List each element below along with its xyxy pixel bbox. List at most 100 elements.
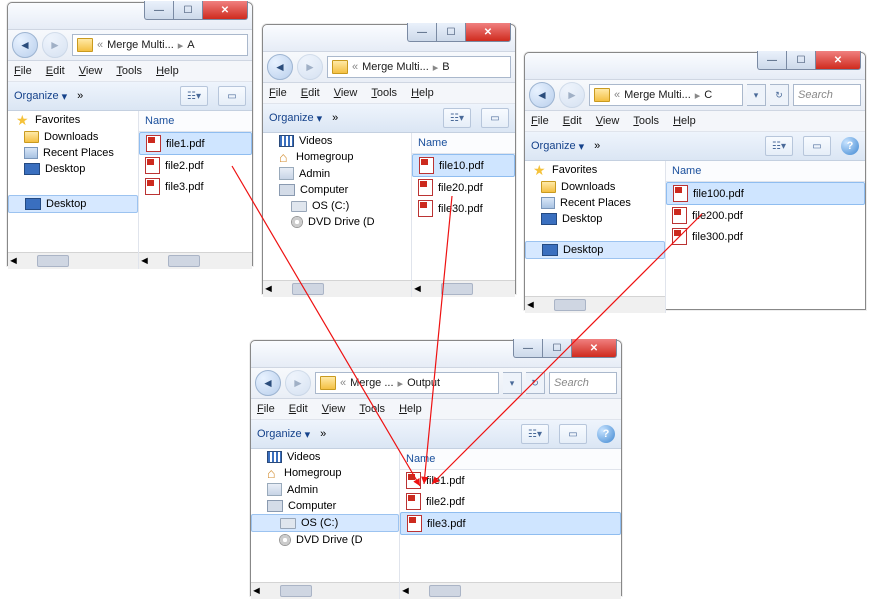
help-button[interactable]: ? <box>841 137 859 155</box>
search-input[interactable]: Search <box>793 84 861 106</box>
tree-computer[interactable]: Computer <box>300 184 348 196</box>
file-list[interactable]: Name file1.pdf file2.pdf file3.pdf ◄ <box>139 111 252 269</box>
scrollbar[interactable]: ◄ <box>400 582 621 599</box>
menu-edit[interactable]: Edit <box>563 115 582 127</box>
refresh-button[interactable]: ↻ <box>770 84 789 106</box>
tree-videos[interactable]: Videos <box>299 135 332 147</box>
file-item[interactable]: file3.pdf <box>400 512 621 535</box>
menu-file[interactable]: File <box>14 65 32 77</box>
menu-tools[interactable]: Tools <box>116 65 142 77</box>
view-button[interactable]: ☷▾ <box>443 108 471 128</box>
scrollbar[interactable]: ◄ <box>139 252 252 269</box>
tree-homegroup[interactable]: Homegroup <box>284 467 341 479</box>
menu-tools[interactable]: Tools <box>359 403 385 415</box>
tree-dvd[interactable]: DVD Drive (D <box>308 216 375 228</box>
file-item[interactable]: file200.pdf <box>666 205 865 226</box>
file-item[interactable]: file100.pdf <box>666 182 865 205</box>
organize-button[interactable]: Organize ▾ <box>269 112 322 125</box>
minimize-button[interactable]: — <box>144 1 174 20</box>
scrollbar[interactable]: ◄ <box>412 280 515 297</box>
address-bar[interactable]: « Merge Multi...▸ B <box>327 56 511 78</box>
organize-button[interactable]: Organize ▾ <box>14 90 67 103</box>
maximize-button[interactable]: ☐ <box>174 1 203 20</box>
nav-tree[interactable]: Favorites Downloads Recent Places Deskto… <box>525 161 666 313</box>
close-button[interactable]: ✕ <box>816 51 861 70</box>
preview-pane-button[interactable]: ▭ <box>803 136 831 156</box>
titlebar[interactable]: —☐✕ <box>525 53 865 80</box>
tree-os-c[interactable]: OS (C:) <box>312 200 349 212</box>
titlebar[interactable]: — ☐ ✕ <box>8 3 252 30</box>
scrollbar[interactable]: ◄ <box>251 582 399 599</box>
address-bar[interactable]: « Merge ...▸ Output <box>315 372 499 394</box>
organize-button[interactable]: Organize ▾ <box>531 140 584 153</box>
nav-tree[interactable]: Videos Homegroup Admin Computer OS (C:) … <box>251 449 400 599</box>
menu-tools[interactable]: Tools <box>633 115 659 127</box>
menu-help[interactable]: Help <box>399 403 422 415</box>
close-button[interactable]: ✕ <box>203 1 248 20</box>
tree-downloads[interactable]: Downloads <box>44 131 98 143</box>
maximize-button[interactable]: ☐ <box>437 23 466 42</box>
breadcrumb[interactable]: Merge Multi... <box>362 61 429 73</box>
tree-favorites[interactable]: Favorites <box>35 114 80 126</box>
titlebar[interactable]: —☐✕ <box>263 25 515 52</box>
organize-button[interactable]: Organize ▾ <box>257 428 310 441</box>
toolbar-more[interactable]: » <box>77 90 83 102</box>
tree-admin[interactable]: Admin <box>299 168 330 180</box>
view-button[interactable]: ☷▾ <box>180 86 208 106</box>
tree-desktop[interactable]: Desktop <box>45 163 85 175</box>
tree-desktop-selected[interactable]: Desktop <box>525 241 665 259</box>
address-dropdown[interactable]: ▾ <box>747 84 766 106</box>
nav-tree[interactable]: Favorites Downloads Recent Places Deskto… <box>8 111 139 269</box>
address-bar[interactable]: « Merge Multi... ▸ A <box>72 34 248 56</box>
column-header-name[interactable]: Name <box>400 449 621 470</box>
forward-button[interactable]: ► <box>285 370 311 396</box>
menu-view[interactable]: View <box>322 403 346 415</box>
maximize-button[interactable]: ☐ <box>787 51 816 70</box>
file-item[interactable]: file2.pdf <box>400 491 621 512</box>
toolbar-more[interactable]: » <box>594 140 600 152</box>
tree-admin[interactable]: Admin <box>287 484 318 496</box>
file-item[interactable]: file3.pdf <box>139 176 252 197</box>
view-button[interactable]: ☷▾ <box>765 136 793 156</box>
menu-file[interactable]: File <box>257 403 275 415</box>
tree-os-c-selected[interactable]: OS (C:) <box>251 514 399 532</box>
tree-computer[interactable]: Computer <box>288 500 336 512</box>
menu-view[interactable]: View <box>79 65 103 77</box>
scrollbar[interactable]: ◄ <box>8 252 138 269</box>
scrollbar[interactable]: ◄ <box>263 280 411 297</box>
address-dropdown[interactable]: ▾ <box>503 372 522 394</box>
menu-view[interactable]: View <box>334 87 358 99</box>
tree-recent[interactable]: Recent Places <box>43 147 114 159</box>
menu-file[interactable]: File <box>531 115 549 127</box>
menu-tools[interactable]: Tools <box>371 87 397 99</box>
file-item[interactable]: file1.pdf <box>400 470 621 491</box>
back-button[interactable]: ◄ <box>267 54 293 80</box>
address-bar[interactable]: « Merge Multi...▸ C <box>589 84 743 106</box>
file-item[interactable]: file30.pdf <box>412 198 515 219</box>
tree-videos[interactable]: Videos <box>287 451 320 463</box>
back-button[interactable]: ◄ <box>12 32 38 58</box>
help-button[interactable]: ? <box>597 425 615 443</box>
forward-button[interactable]: ► <box>559 82 585 108</box>
minimize-button[interactable]: — <box>407 23 437 42</box>
nav-tree[interactable]: Videos Homegroup Admin Computer OS (C:) … <box>263 133 412 297</box>
forward-button[interactable]: ► <box>42 32 68 58</box>
tree-desktop-selected[interactable]: Desktop <box>8 195 138 213</box>
close-button[interactable]: ✕ <box>572 339 617 358</box>
tree-desktop[interactable]: Desktop <box>562 213 602 225</box>
tree-favorites[interactable]: Favorites <box>552 164 597 176</box>
file-list[interactable]: Name file10.pdf file20.pdf file30.pdf ◄ <box>412 133 515 297</box>
file-item[interactable]: file1.pdf <box>139 132 252 155</box>
breadcrumb[interactable]: Merge Multi... <box>624 89 691 101</box>
breadcrumb[interactable]: Merge Multi... <box>107 39 174 51</box>
menu-view[interactable]: View <box>596 115 620 127</box>
preview-pane-button[interactable]: ▭ <box>218 86 246 106</box>
breadcrumb[interactable]: Output <box>407 377 440 389</box>
minimize-button[interactable]: — <box>757 51 787 70</box>
tree-dvd[interactable]: DVD Drive (D <box>296 534 363 546</box>
close-button[interactable]: ✕ <box>466 23 511 42</box>
maximize-button[interactable]: ☐ <box>543 339 572 358</box>
titlebar[interactable]: —☐✕ <box>251 341 621 368</box>
breadcrumb[interactable]: C <box>704 89 712 101</box>
preview-pane-button[interactable]: ▭ <box>481 108 509 128</box>
